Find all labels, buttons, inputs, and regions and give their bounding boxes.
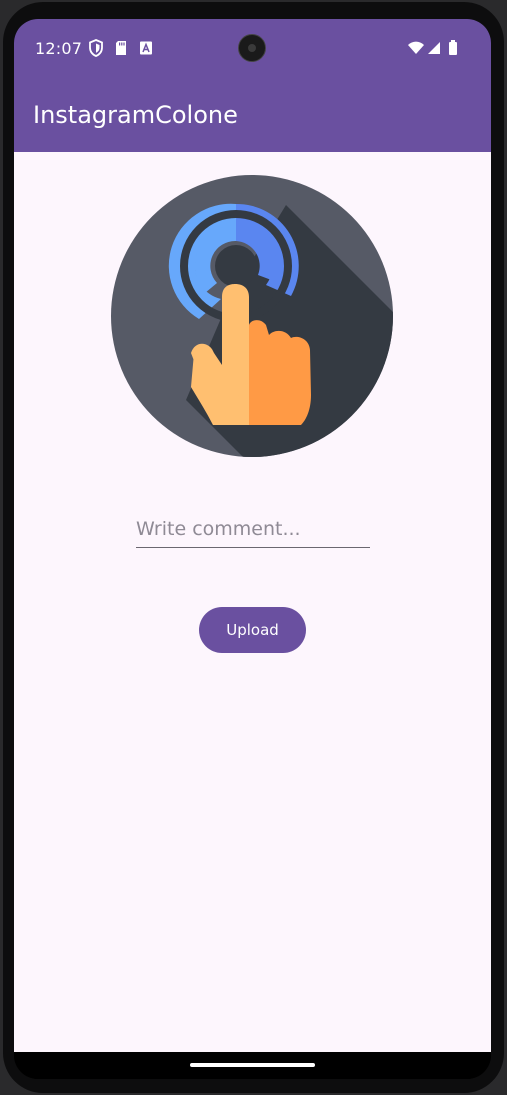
text-a-icon xyxy=(140,41,152,55)
shield-icon xyxy=(89,39,103,57)
battery-icon xyxy=(449,40,457,55)
app-title: InstagramColone xyxy=(33,101,238,129)
home-indicator[interactable] xyxy=(190,1063,315,1067)
upload-button[interactable]: Upload xyxy=(199,607,306,653)
main-content: Write comment... Upload xyxy=(14,152,491,1052)
comment-input[interactable]: Write comment... xyxy=(136,514,370,548)
app-bar: InstagramColone xyxy=(14,79,491,152)
status-time: 12:07 xyxy=(35,39,83,58)
status-bar: 12:07 xyxy=(14,19,491,79)
device-frame: 12:07 InstagramColone Write comment... U… xyxy=(0,0,507,1095)
touch-tap-icon[interactable] xyxy=(111,175,393,457)
front-camera xyxy=(238,34,266,62)
wifi-icon xyxy=(408,41,424,54)
phone-screen: 12:07 InstagramColone Write comment... U… xyxy=(14,19,491,1079)
signal-icon xyxy=(428,42,440,54)
comment-placeholder: Write comment... xyxy=(136,518,301,540)
navigation-bar xyxy=(14,1052,491,1079)
sd-card-icon xyxy=(116,41,126,55)
